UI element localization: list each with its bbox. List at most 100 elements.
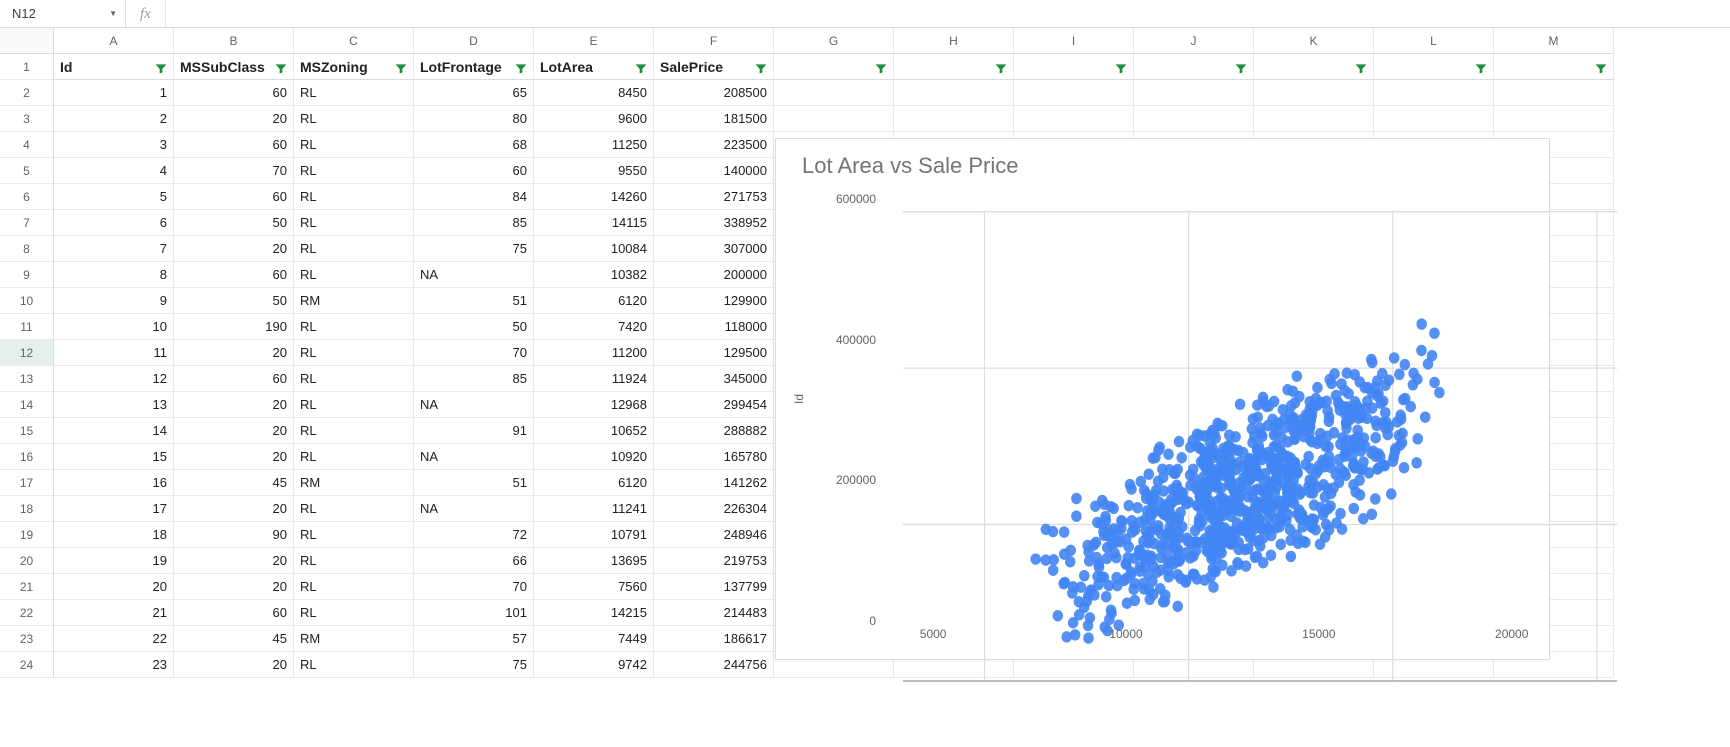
cell[interactable]: RL	[294, 444, 414, 470]
row-header[interactable]: 19	[0, 522, 54, 548]
row-header[interactable]: 22	[0, 600, 54, 626]
cell[interactable]: RM	[294, 470, 414, 496]
row-header[interactable]: 10	[0, 288, 54, 314]
column-header-D[interactable]: D	[414, 28, 534, 54]
cell[interactable]: 190	[174, 314, 294, 340]
header-cell[interactable]: MSZoning	[294, 54, 414, 80]
cell[interactable]: 60	[174, 80, 294, 106]
cell[interactable]: NA	[414, 496, 534, 522]
cell[interactable]: 20	[174, 548, 294, 574]
row-header[interactable]: 3	[0, 106, 54, 132]
cell[interactable]: 20	[174, 106, 294, 132]
cell[interactable]: 338952	[654, 210, 774, 236]
header-cell[interactable]: SalePrice	[654, 54, 774, 80]
cell[interactable]: 68	[414, 132, 534, 158]
filter-icon[interactable]	[153, 59, 169, 75]
cell[interactable]: 17	[54, 496, 174, 522]
cell[interactable]: 11924	[534, 366, 654, 392]
column-header-F[interactable]: F	[654, 28, 774, 54]
cell[interactable]: 219753	[654, 548, 774, 574]
cell[interactable]: 7560	[534, 574, 654, 600]
cell[interactable]: 60	[174, 600, 294, 626]
cell[interactable]: 50	[414, 314, 534, 340]
cell[interactable]: 21	[54, 600, 174, 626]
cell[interactable]: 7	[54, 236, 174, 262]
cell[interactable]: 22	[54, 626, 174, 652]
cell[interactable]: 226304	[654, 496, 774, 522]
row-header[interactable]: 16	[0, 444, 54, 470]
cell[interactable]: 66	[414, 548, 534, 574]
cell[interactable]: 11241	[534, 496, 654, 522]
cell[interactable]: 140000	[654, 158, 774, 184]
filter-icon[interactable]	[393, 59, 409, 75]
cell[interactable]: 2	[54, 106, 174, 132]
cell[interactable]: 60	[174, 262, 294, 288]
cell[interactable]: 10920	[534, 444, 654, 470]
cell[interactable]: RL	[294, 158, 414, 184]
cell[interactable]: RL	[294, 184, 414, 210]
cell[interactable]: 3	[54, 132, 174, 158]
cell[interactable]: 20	[174, 496, 294, 522]
header-cell[interactable]: LotFrontage	[414, 54, 534, 80]
embedded-chart[interactable]: Lot Area vs Sale Price Id 02000004000006…	[775, 138, 1550, 660]
filter-icon[interactable]	[1593, 59, 1609, 75]
column-header-E[interactable]: E	[534, 28, 654, 54]
cell[interactable]: 70	[414, 574, 534, 600]
cell[interactable]: 8450	[534, 80, 654, 106]
cell[interactable]	[1134, 106, 1254, 132]
filter-icon[interactable]	[993, 59, 1009, 75]
column-header-K[interactable]: K	[1254, 28, 1374, 54]
header-cell[interactable]	[1494, 54, 1614, 80]
cell[interactable]: 85	[414, 366, 534, 392]
cell[interactable]: 9550	[534, 158, 654, 184]
cell[interactable]	[774, 106, 894, 132]
cell[interactable]: 20	[174, 418, 294, 444]
chevron-down-icon[interactable]: ▼	[107, 9, 119, 18]
row-header[interactable]: 5	[0, 158, 54, 184]
row-header[interactable]: 7	[0, 210, 54, 236]
cell[interactable]	[774, 80, 894, 106]
cell[interactable]: 75	[414, 652, 534, 678]
cell[interactable]: 244756	[654, 652, 774, 678]
cell[interactable]: 84	[414, 184, 534, 210]
cell[interactable]: 208500	[654, 80, 774, 106]
cell[interactable]: 9600	[534, 106, 654, 132]
filter-icon[interactable]	[873, 59, 889, 75]
cell[interactable]: 141262	[654, 470, 774, 496]
cell[interactable]: 8	[54, 262, 174, 288]
filter-icon[interactable]	[753, 59, 769, 75]
cell[interactable]: RM	[294, 288, 414, 314]
cell[interactable]: RL	[294, 418, 414, 444]
cell[interactable]: 9	[54, 288, 174, 314]
column-header-I[interactable]: I	[1014, 28, 1134, 54]
cell[interactable]: 129900	[654, 288, 774, 314]
row-header[interactable]: 20	[0, 548, 54, 574]
row-header[interactable]: 9	[0, 262, 54, 288]
cell[interactable]: RL	[294, 600, 414, 626]
cell[interactable]: 10	[54, 314, 174, 340]
cell[interactable]: 90	[174, 522, 294, 548]
cell[interactable]: 345000	[654, 366, 774, 392]
column-header-G[interactable]: G	[774, 28, 894, 54]
row-header[interactable]: 11	[0, 314, 54, 340]
cell[interactable]: RL	[294, 652, 414, 678]
header-cell[interactable]: LotArea	[534, 54, 654, 80]
cell[interactable]: RL	[294, 366, 414, 392]
row-header[interactable]: 17	[0, 470, 54, 496]
cell[interactable]: 137799	[654, 574, 774, 600]
cell[interactable]: 45	[174, 626, 294, 652]
row-header[interactable]: 2	[0, 80, 54, 106]
cell[interactable]: 5	[54, 184, 174, 210]
cell[interactable]: 1	[54, 80, 174, 106]
cell[interactable]	[1134, 80, 1254, 106]
cell[interactable]: 299454	[654, 392, 774, 418]
cell[interactable]	[1374, 80, 1494, 106]
header-cell[interactable]	[894, 54, 1014, 80]
cell[interactable]: 60	[414, 158, 534, 184]
cell[interactable]: 288882	[654, 418, 774, 444]
cell[interactable]: 10652	[534, 418, 654, 444]
cell[interactable]: 6120	[534, 288, 654, 314]
header-cell[interactable]	[1254, 54, 1374, 80]
cell[interactable]: RL	[294, 314, 414, 340]
cell[interactable]: 13695	[534, 548, 654, 574]
